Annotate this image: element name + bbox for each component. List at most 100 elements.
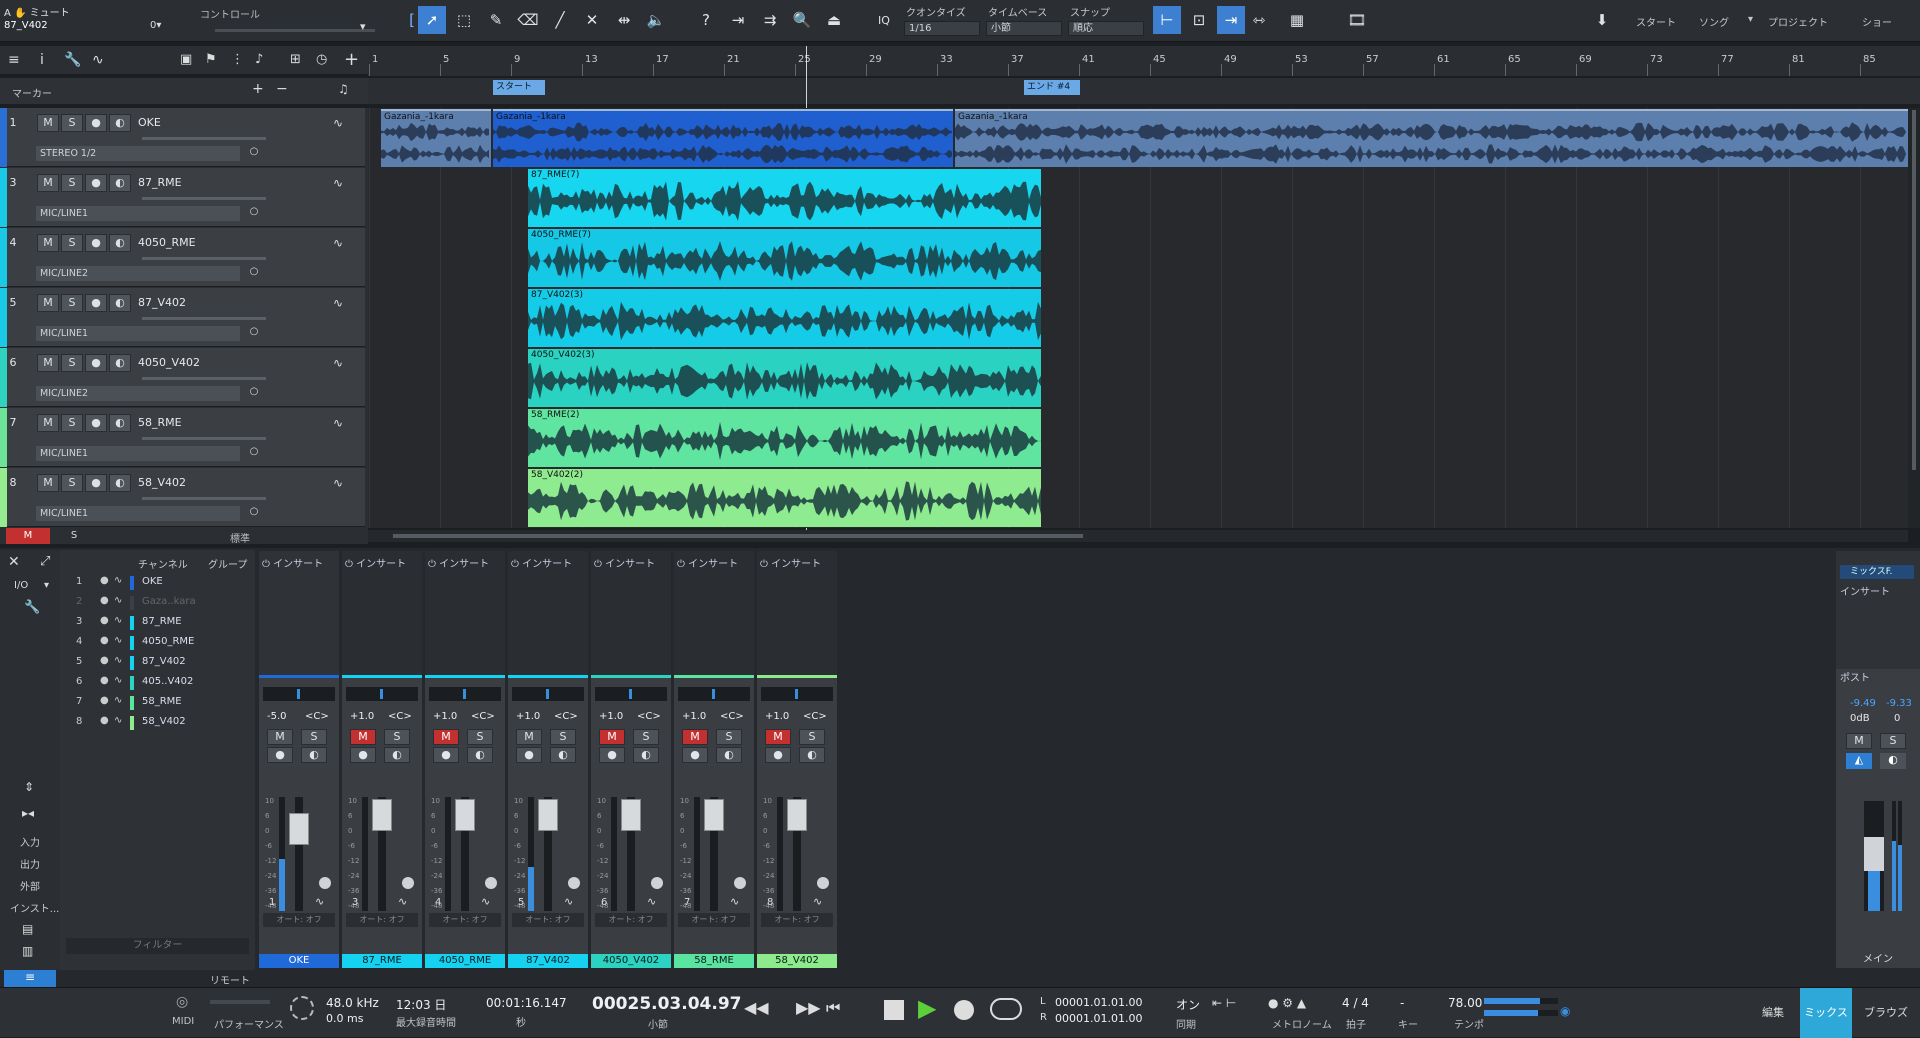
mute-tool-icon[interactable]: ✕: [578, 6, 606, 34]
monitor-icon[interactable]: ◐: [109, 234, 131, 252]
track-volume-slider[interactable]: [142, 137, 266, 140]
external-button[interactable]: 外部: [20, 878, 40, 893]
track-input-dropdown[interactable]: MIC/LINE1: [36, 506, 240, 521]
track-name[interactable]: 4050_V402: [138, 356, 200, 369]
pan-slider[interactable]: [512, 687, 584, 701]
volume-value[interactable]: +1.0: [765, 711, 789, 722]
bars-position[interactable]: 00025.03.04.97: [592, 994, 742, 1014]
track-name[interactable]: 4050_RME: [138, 236, 196, 249]
automation-icon[interactable]: ∿: [92, 52, 104, 68]
mix-tab[interactable]: ミックス: [1800, 988, 1852, 1038]
input-button[interactable]: 入力: [20, 834, 40, 849]
automation-mode[interactable]: オート: オフ: [263, 913, 335, 927]
narrow-icon[interactable]: ▸◂: [22, 806, 34, 820]
wrench-icon[interactable]: 🔧: [64, 52, 81, 68]
visibility-dot-icon[interactable]: ●: [100, 635, 109, 646]
track-mute-button[interactable]: M: [37, 474, 59, 492]
fader-track[interactable]: [372, 797, 392, 911]
help-icon[interactable]: ?: [692, 6, 720, 34]
nav-project-dropdown[interactable]: ▾: [1748, 14, 1753, 25]
record-arm-icon[interactable]: ●: [433, 747, 459, 763]
iq-button[interactable]: IQ: [870, 6, 898, 34]
close-icon[interactable]: ✕: [8, 554, 20, 570]
waveform-icon[interactable]: ∿: [333, 476, 343, 490]
toggle-icon[interactable]: ◉: [1560, 1004, 1570, 1018]
input-monitor-icon[interactable]: ○: [246, 146, 262, 161]
monitor-icon[interactable]: ◐: [384, 747, 410, 763]
strip-solo-button[interactable]: S: [799, 729, 825, 745]
pan-slider[interactable]: [263, 687, 335, 701]
mix-fx-dropdown[interactable]: ミックスF.: [1840, 565, 1914, 579]
insert-dropdown[interactable]: ⏻ インサート: [428, 555, 489, 570]
audio-clip[interactable]: Gazania_-1kara: [381, 109, 491, 167]
track-volume-slider[interactable]: [142, 197, 266, 200]
midi-icon[interactable]: ◎: [176, 994, 188, 1010]
info-icon[interactable]: i: [40, 52, 44, 68]
track-header[interactable]: 3 M S ● ◐ 87_RME ∿ MIC/LINE1 ○: [0, 168, 365, 227]
strip-solo-button[interactable]: S: [550, 729, 576, 745]
fader-track[interactable]: [621, 797, 641, 911]
chevron-down-icon[interactable]: ▾: [360, 20, 366, 33]
input-monitor-icon[interactable]: ○: [246, 206, 262, 221]
audio-clip[interactable]: 4050_RME(7): [528, 229, 1041, 287]
strip-solo-button[interactable]: S: [633, 729, 659, 745]
download-icon[interactable]: ⬇: [1588, 6, 1616, 34]
snap-events-icon[interactable]: ⊡: [1185, 6, 1213, 34]
track-solo-button[interactable]: S: [61, 414, 83, 432]
metronome-icon[interactable]: ● ⚙ ▲: [1268, 996, 1306, 1010]
fader-handle[interactable]: [455, 799, 475, 831]
horizontal-scrollbar[interactable]: [368, 530, 1908, 542]
nav-start[interactable]: スタート: [1636, 14, 1676, 29]
insert-dropdown[interactable]: ⏻ インサート: [760, 555, 821, 570]
snap-dropdown[interactable]: 順応: [1068, 21, 1144, 36]
add-track-icon[interactable]: +: [344, 49, 359, 70]
monitor-icon[interactable]: ◐: [109, 294, 131, 312]
volume-value[interactable]: +1.0: [516, 711, 540, 722]
waveform-icon[interactable]: ∿: [333, 116, 343, 130]
arrow-tool-icon[interactable]: ➚: [418, 6, 446, 34]
track-name[interactable]: 87_RME: [138, 176, 182, 189]
pan-value[interactable]: <C>: [803, 711, 827, 722]
loop-right[interactable]: 00001.01.01.00: [1055, 1012, 1142, 1025]
automation-mode[interactable]: オート: オフ: [512, 913, 584, 927]
io-button[interactable]: I/O: [14, 580, 28, 591]
record-arm-icon[interactable]: ●: [85, 414, 107, 432]
record-arm-icon[interactable]: ●: [85, 474, 107, 492]
mute-all-button[interactable]: M: [6, 528, 50, 544]
pan-slider[interactable]: [761, 687, 833, 701]
quantize-dropdown[interactable]: 1/16: [904, 21, 980, 36]
split-tool-icon[interactable]: ✎: [482, 6, 510, 34]
record-arm-icon[interactable]: ●: [85, 174, 107, 192]
strip-solo-button[interactable]: S: [384, 729, 410, 745]
main-fader-track[interactable]: [1864, 801, 1884, 911]
waveform-icon[interactable]: ∿: [333, 296, 343, 310]
nudge-icon[interactable]: ⏏: [820, 6, 848, 34]
track-header[interactable]: 1 M S ● ◐ OKE ∿ STEREO 1/2 ○: [0, 108, 365, 167]
pan-slider[interactable]: [595, 687, 667, 701]
note-marker-icon[interactable]: ♫: [338, 82, 349, 96]
monitor-icon[interactable]: ◐: [799, 747, 825, 763]
visibility-dot-icon[interactable]: ●: [100, 595, 109, 606]
track-volume-slider[interactable]: [142, 377, 266, 380]
start-marker[interactable]: スタート: [493, 80, 545, 95]
monitor-icon[interactable]: ◐: [633, 747, 659, 763]
input-monitor-icon[interactable]: ○: [246, 446, 262, 461]
wrench-tool-icon[interactable]: 🔧: [24, 600, 40, 615]
monitor-icon[interactable]: ◐: [301, 747, 327, 763]
pan-value[interactable]: <C>: [305, 711, 329, 722]
monitor-icon[interactable]: ◐: [550, 747, 576, 763]
track-solo-button[interactable]: S: [61, 354, 83, 372]
track-mute-button[interactable]: M: [37, 234, 59, 252]
strip-mute-button[interactable]: M: [682, 729, 708, 745]
strip-solo-button[interactable]: S: [301, 729, 327, 745]
autoscroll-icon[interactable]: ⇿: [1245, 6, 1273, 34]
audio-clip[interactable]: 58_V402(2): [528, 469, 1041, 527]
visibility-dot-icon[interactable]: ●: [100, 615, 109, 626]
monitor-icon[interactable]: ◐: [109, 174, 131, 192]
waveform-icon[interactable]: ∿: [333, 356, 343, 370]
level-dropdown[interactable]: 0▾: [150, 20, 161, 31]
time-signature[interactable]: 4 / 4: [1342, 996, 1369, 1010]
volume-value[interactable]: +1.0: [599, 711, 623, 722]
visibility-dot-icon[interactable]: ●: [100, 715, 109, 726]
timebase-dropdown[interactable]: 小節: [986, 21, 1062, 36]
